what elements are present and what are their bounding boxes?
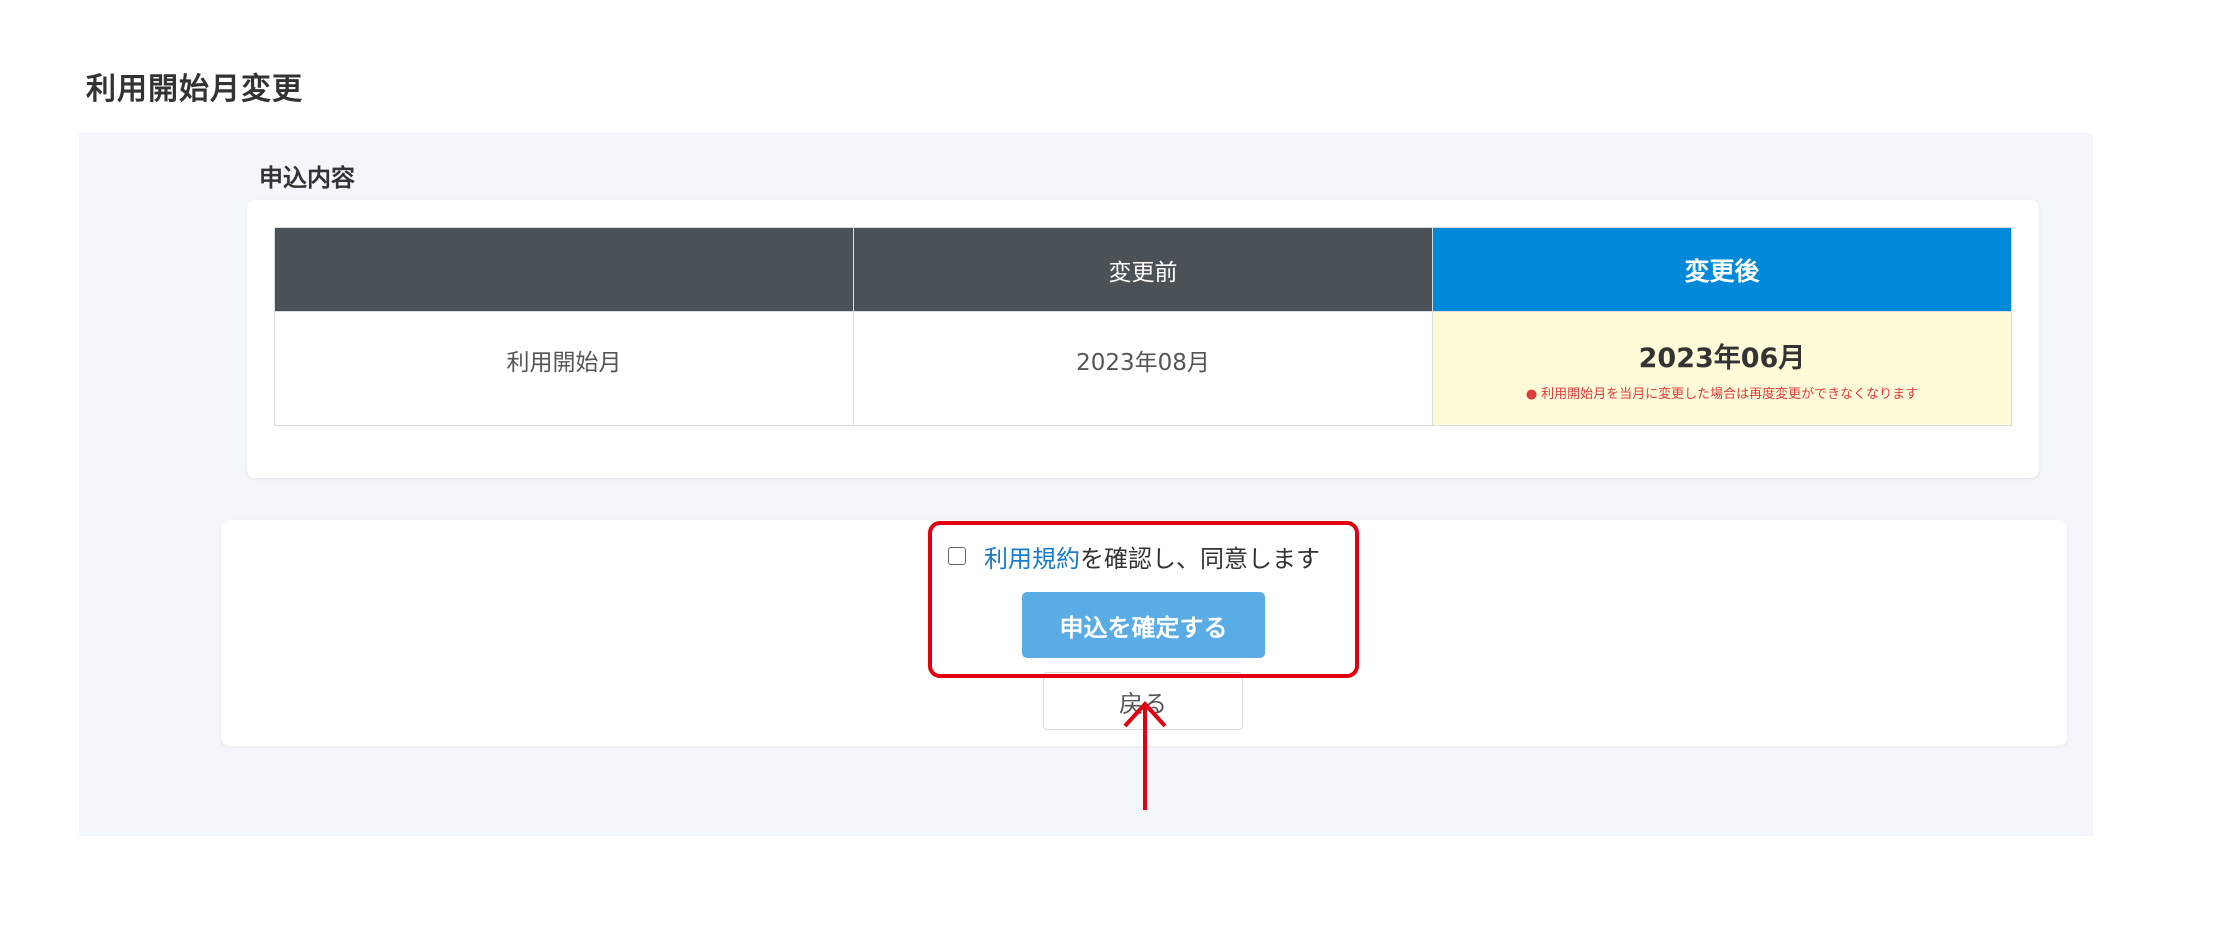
header-before: 変更前: [853, 227, 1433, 312]
table-row: 利用開始月 2023年08月 2023年06月 ● 利用開始月を当月に変更した場合…: [274, 311, 2012, 426]
after-value: 2023年06月: [1638, 342, 1806, 374]
arrow-up-icon: [1123, 701, 1167, 810]
table-header-row: 変更前 変更後: [274, 227, 2012, 312]
bullet-icon: ●: [1525, 386, 1538, 402]
comparison-table: 変更前 変更後 利用開始月 2023年08月 2023年06月 ● 利用開始月を当…: [274, 227, 2012, 426]
after-cell: 2023年06月 ● 利用開始月を当月に変更した場合は再度変更ができなくなります: [1432, 311, 2012, 426]
checkbox-unchecked-icon[interactable]: [948, 547, 966, 565]
agree-text: を確認し、同意します: [1080, 544, 1320, 573]
header-empty-cell: [274, 227, 854, 312]
confirm-application-button[interactable]: 申込を確定する: [1022, 592, 1265, 658]
row-label: 利用開始月: [274, 311, 854, 426]
after-note-text: 利用開始月を当月に変更した場合は再度変更ができなくなります: [1541, 386, 1919, 402]
terms-link[interactable]: 利用規約: [984, 539, 1080, 574]
after-note: ● 利用開始月を当月に変更した場合は再度変更ができなくなります: [1433, 383, 2011, 402]
header-after: 変更後: [1432, 227, 2012, 312]
before-value: 2023年08月: [853, 311, 1433, 426]
section-title: 申込内容: [259, 164, 355, 192]
page-title: 利用開始月変更: [86, 72, 303, 107]
agreement-row: 利用規約 を確認し、同意します: [948, 538, 1320, 574]
